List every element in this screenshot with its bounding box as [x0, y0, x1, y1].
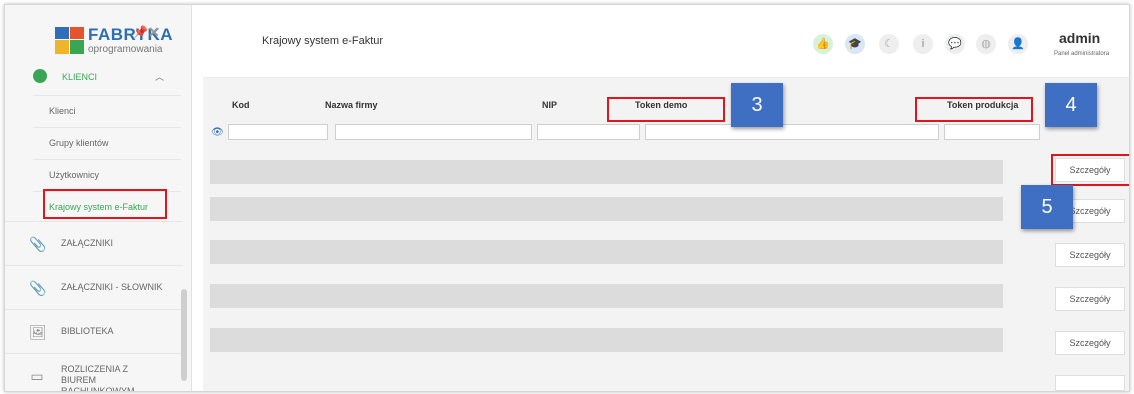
sidebar-item-biblioteka[interactable]: 🖼 BIBLIOTEKA	[5, 309, 183, 354]
sidebar-item-label: ZAŁĄCZNIKI - SŁOWNIK	[61, 282, 163, 292]
table-row[interactable]	[210, 160, 1003, 184]
chat-icon[interactable]: 💬	[945, 34, 965, 54]
graduation-cap-icon[interactable]: 🎓	[845, 34, 865, 54]
globe-icon	[33, 69, 47, 83]
app-window: FABRYKA oprogramowania 📌 ✕ KLIENCI ︿ Kli…	[4, 4, 1130, 392]
sidebar-group-klienci[interactable]: KLIENCI ︿	[5, 62, 191, 92]
sidebar-scrollbar[interactable]	[181, 289, 187, 381]
sidebar-item-uzytkownicy[interactable]: Użytkownicy	[33, 159, 181, 190]
callout-badge: 5	[1021, 185, 1073, 229]
sidebar-item-klienci[interactable]: Klienci	[33, 95, 181, 126]
details-button[interactable]: Szczegóły	[1055, 331, 1125, 355]
image-icon: 🖼	[29, 324, 47, 340]
sidebar-group-label: KLIENCI	[62, 72, 98, 82]
highlight-box-details	[1051, 154, 1129, 186]
sidebar-item-rozliczenia[interactable]: ▭ ROZLICZENIA Z BIUREM RACHUNKOWYM	[5, 353, 183, 392]
callout-badge: 4	[1045, 83, 1097, 127]
info-icon[interactable]: i	[913, 34, 933, 54]
sidebar-item-zalaczniki-slownik[interactable]: 📎 ZAŁĄCZNIKI - SŁOWNIK	[5, 265, 183, 310]
highlight-box-token-demo	[607, 97, 725, 122]
filter-input-token-produkcja[interactable]	[944, 124, 1040, 140]
brand-title: FABRYKA	[88, 25, 174, 44]
filter-input-nazwa-firmy[interactable]	[335, 124, 532, 140]
sidebar-item-label: ROZLICZENIA Z BIUREM RACHUNKOWYM	[61, 364, 135, 392]
sidebar-item-label: Grupy klientów	[49, 138, 109, 148]
sidebar: FABRYKA oprogramowania 📌 ✕ KLIENCI ︿ Kli…	[5, 5, 192, 391]
moon-icon[interactable]: ☾	[879, 34, 899, 54]
sidebar-item-label: BIBLIOTEKA	[61, 326, 114, 336]
details-button[interactable]	[1055, 375, 1125, 391]
paperclip-icon: 📎	[29, 280, 47, 296]
column-header-kod[interactable]: Kod	[232, 100, 250, 110]
main-content: Kod Nazwa firmy NIP Token demo Token pro…	[203, 78, 1129, 391]
brand-subtitle: oprogramowania	[88, 44, 163, 55]
user-icon[interactable]: 👤	[1008, 34, 1028, 54]
thumbs-up-icon[interactable]: 👍	[813, 34, 833, 54]
globe-icon[interactable]: ◍	[976, 34, 996, 54]
table-row[interactable]	[210, 328, 1003, 352]
column-header-nip[interactable]: NIP	[542, 100, 557, 110]
filter-input-token-demo[interactable]	[645, 124, 939, 140]
column-header-nazwa-firmy[interactable]: Nazwa firmy	[325, 100, 378, 110]
details-button[interactable]: Szczegóły	[1055, 287, 1125, 311]
user-name[interactable]: admin	[1059, 30, 1100, 46]
logo-mark-icon	[55, 27, 85, 55]
filter-input-kod[interactable]	[228, 124, 328, 140]
card-icon: ▭	[30, 368, 44, 384]
eye-icon[interactable]: 👁	[211, 127, 224, 138]
table-row[interactable]	[210, 197, 1003, 221]
filter-input-nip[interactable]	[537, 124, 640, 140]
table-row[interactable]	[210, 240, 1003, 264]
sidebar-item-zalaczniki[interactable]: 📎 ZAŁĄCZNIKI	[5, 221, 183, 266]
sidebar-item-grupy-klientow[interactable]: Grupy klientów	[33, 127, 181, 158]
sidebar-item-label: ZAŁĄCZNIKI	[61, 238, 114, 248]
sidebar-item-label: Klienci	[49, 106, 76, 116]
pin-icon[interactable]: 📌	[133, 25, 148, 39]
paperclip-icon: 📎	[29, 236, 47, 252]
top-bar: Krajowy system e-Faktur 👍 🎓 ☾ i 💬 ◍ 👤 ad…	[203, 5, 1129, 78]
callout-badge: 3	[731, 83, 783, 127]
page-title: Krajowy system e-Faktur	[262, 35, 384, 47]
chevron-up-icon: ︿	[155, 72, 165, 82]
highlight-box-sidebar	[43, 189, 167, 219]
sidebar-item-label: Użytkownicy	[49, 170, 100, 180]
highlight-box-token-produkcja	[915, 97, 1033, 122]
table-row[interactable]	[210, 284, 1003, 308]
close-icon[interactable]: ✕	[148, 24, 160, 41]
details-button[interactable]: Szczegóły	[1055, 243, 1125, 267]
user-role: Panel administratora	[1054, 51, 1110, 57]
